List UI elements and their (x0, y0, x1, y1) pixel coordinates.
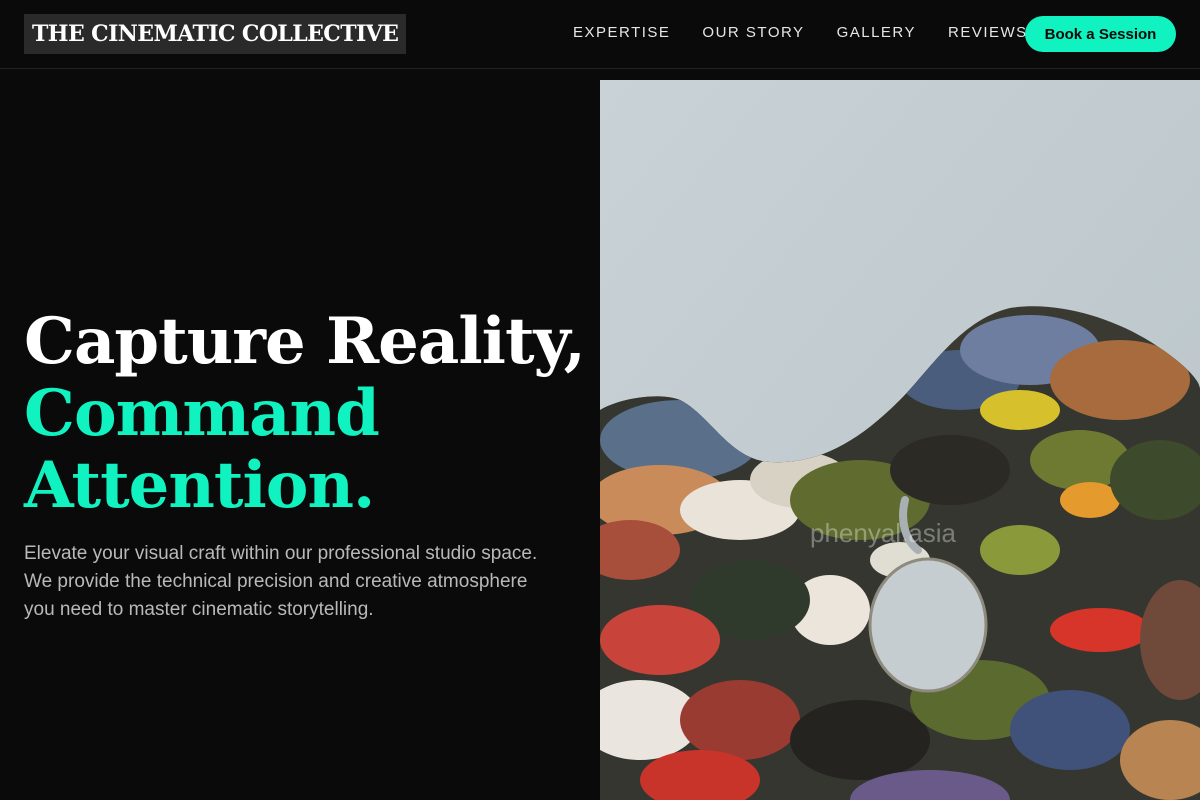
site-logo[interactable]: THE CINEMATIC COLLECTIVE (24, 14, 407, 54)
nav-link-reviews[interactable]: REVIEWS (948, 24, 1028, 42)
paint-palette-illustration: phenyal.asia (600, 80, 1200, 800)
site-header: THE CINEMATIC COLLECTIVE EXPERTISE OUR S… (0, 0, 1200, 69)
hero-section: Capture Reality, Command Attention. Elev… (24, 304, 586, 624)
nav-link-expertise[interactable]: EXPERTISE (573, 24, 670, 42)
main-nav: EXPERTISE OUR STORY GALLERY REVIEWS (573, 24, 1028, 42)
hero-title-line-2: Command (24, 376, 380, 451)
nav-link-our-story[interactable]: OUR STORY (702, 24, 804, 42)
hero-subtitle: Elevate your visual craft within our pro… (24, 543, 538, 620)
hero-image-paint-palette: phenyal.asia (600, 80, 1200, 800)
hero-title-line-3: Attention. (24, 448, 375, 523)
nav-link-gallery[interactable]: GALLERY (837, 24, 916, 42)
hero-title: Capture Reality, Command Attention. (24, 304, 586, 523)
book-session-button[interactable]: Book a Session (1025, 16, 1176, 52)
hero-title-line-1: Capture Reality, (24, 304, 586, 379)
image-watermark: phenyal.asia (810, 518, 957, 548)
